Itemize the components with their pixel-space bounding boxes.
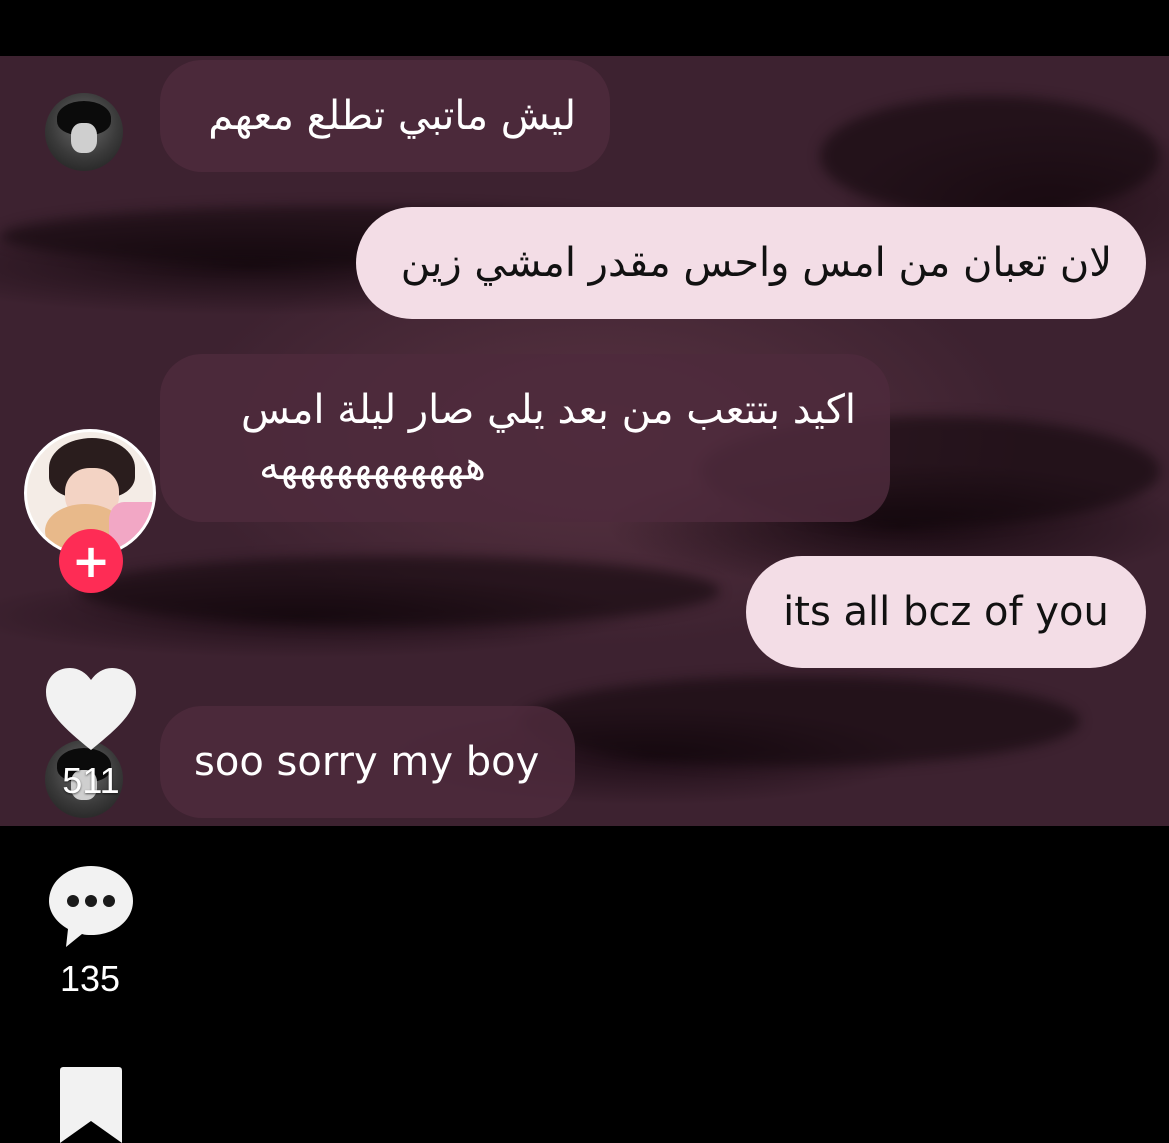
message-text-line: هههههههههههه (259, 443, 486, 489)
plus-icon: + (71, 534, 111, 588)
avatar-face (71, 123, 97, 153)
message-text: ليش ماتبي تطلع معهم (208, 93, 576, 139)
heart-icon (46, 668, 136, 750)
like-button[interactable] (44, 666, 138, 752)
sender-avatar (45, 93, 123, 171)
bookmark-icon (60, 1067, 122, 1143)
message-bubble-outgoing: its all bcz of you (746, 556, 1146, 668)
message-bubble-incoming: ليش ماتبي تطلع معهم (160, 60, 610, 172)
follow-button[interactable]: + (59, 529, 123, 593)
bookmark-button[interactable] (58, 1065, 124, 1143)
message-bubble-outgoing: لان تعبان من امس واحس مقدر امشي زين (356, 207, 1146, 319)
like-count: 511 (62, 760, 120, 801)
message-text: soo sorry my boy (194, 739, 540, 785)
background-streak (520, 676, 1080, 766)
comment-bubble-icon (49, 866, 133, 947)
message-text: لان تعبان من امس واحس مقدر امشي زين (400, 240, 1112, 286)
message-text: its all bcz of you (783, 589, 1109, 635)
message-bubble-incoming: soo sorry my boy (160, 706, 575, 818)
message-bubble-incoming: اكيد بتتعب من بعد يلي صار ليلة امس ههههه… (160, 354, 890, 522)
video-content[interactable]: ليش ماتبي تطلع معهم لان تعبان من امس واح… (0, 56, 1169, 826)
background-streak (820, 96, 1160, 216)
message-text-line: اكيد بتتعب من بعد يلي صار ليلة امس (240, 387, 856, 433)
comment-count: 135 (59, 958, 121, 999)
video-player[interactable]: ليش ماتبي تطلع معهم لان تعبان من امس واح… (0, 0, 1169, 1143)
background-streak (80, 556, 720, 626)
comment-button[interactable] (46, 863, 136, 949)
